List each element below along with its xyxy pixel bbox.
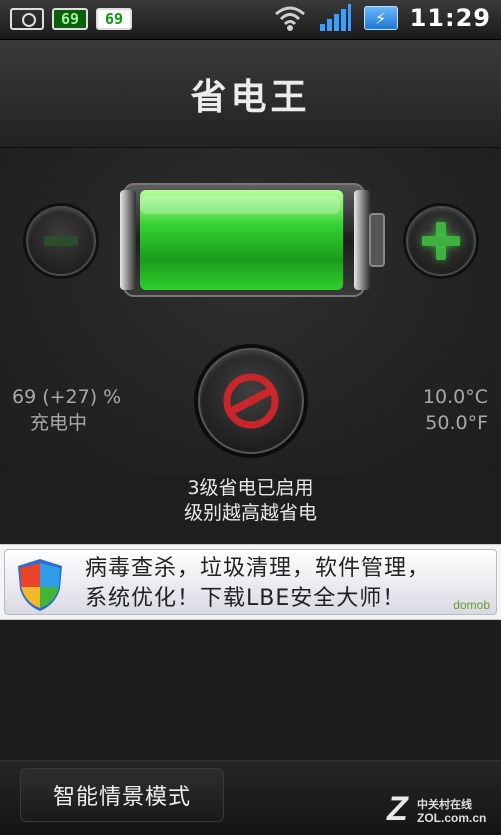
battery-percent-info: 69 (+27) % 充电中 xyxy=(12,384,121,436)
saving-level-line1: 3级省电已启用 xyxy=(187,477,314,499)
power-saving-toggle-icon xyxy=(223,373,279,429)
battery-graphic xyxy=(118,176,390,316)
security-shield-icon xyxy=(18,559,62,611)
plus-icon xyxy=(422,222,460,260)
zol-watermark: Z 中关村在线 ZOL.com.cn xyxy=(387,790,497,830)
ad-line2: 系统优化！下载LBE安全大师！ xyxy=(85,586,406,611)
ad-brand: domob xyxy=(453,598,490,612)
signal-icon xyxy=(319,4,351,31)
decrease-level-button[interactable] xyxy=(26,206,96,276)
temperature-celsius: 10.0°C xyxy=(422,386,488,408)
page-title: 省电王 xyxy=(190,76,311,118)
saving-level-status: 3级省电已启用 级别越高越省电 xyxy=(0,476,501,526)
ad-text: 病毒查杀，垃圾清理，软件管理， 系统优化！下载LBE安全大师！ xyxy=(85,554,456,614)
status-time: 11:29 xyxy=(409,4,491,32)
ad-banner-body[interactable]: 病毒查杀，垃圾清理，软件管理， 系统优化！下载LBE安全大师！ domob xyxy=(4,549,497,615)
temperature-info: 10.0°C 50.0°F xyxy=(400,384,488,436)
ad-line1: 病毒查杀，垃圾清理，软件管理， xyxy=(85,556,431,581)
battery-widget-badge: 69 xyxy=(52,8,88,30)
minus-icon xyxy=(44,236,78,246)
battery-icon xyxy=(120,183,385,297)
zol-logo: Z xyxy=(387,790,408,828)
wifi-icon xyxy=(274,6,305,31)
status-bar: 69 69 ⚡ 11:29 xyxy=(0,0,501,40)
watermark-line1: 中关村在线 xyxy=(417,798,472,811)
temperature-fahrenheit: 50.0°F xyxy=(425,412,488,434)
ad-banner[interactable]: 病毒查杀，垃圾清理，软件管理， 系统优化！下载LBE安全大师！ domob xyxy=(0,544,501,620)
battery-panel: 69 (+27) % 充电中 10.0°C 50.0°F xyxy=(0,148,501,474)
power-saving-toggle-button[interactable] xyxy=(198,348,304,454)
watermark-line2: ZOL.com.cn xyxy=(417,811,487,825)
saving-level-line2: 级别越高越省电 xyxy=(183,502,317,524)
camera-icon xyxy=(10,8,44,30)
smart-scene-mode-button[interactable]: 智能情景模式 xyxy=(20,768,224,822)
charging-icon: ⚡ xyxy=(363,6,398,30)
increase-level-button[interactable] xyxy=(406,206,476,276)
charging-state: 充电中 xyxy=(30,412,88,434)
app-title-bar: 省电王 xyxy=(0,40,501,148)
battery-percent-badge: 69 xyxy=(96,8,132,30)
battery-percent: 69 (+27) % xyxy=(12,386,122,408)
